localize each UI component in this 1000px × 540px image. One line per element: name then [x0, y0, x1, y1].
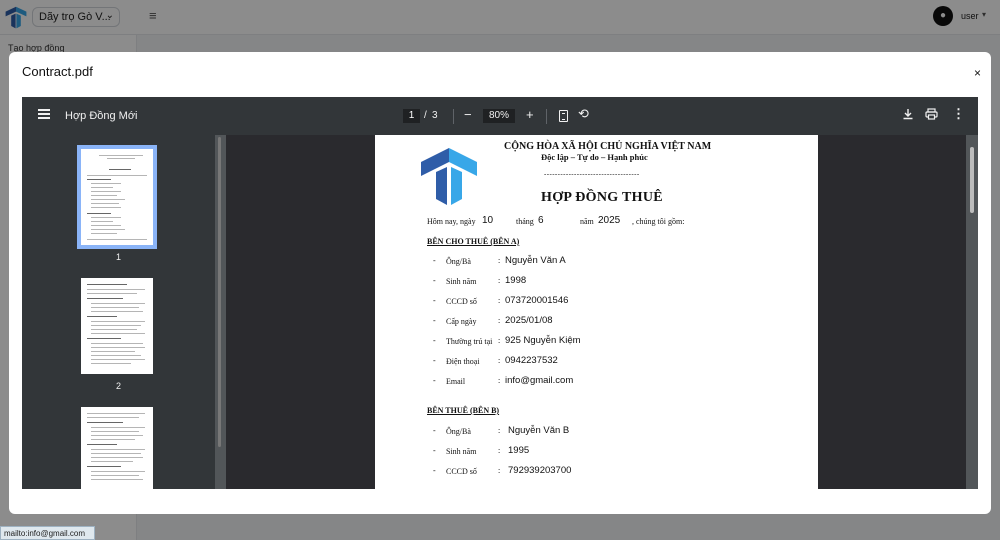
modal-title: Contract.pdf [22, 64, 93, 79]
status-bar-url: mailto:info@gmail.com [0, 526, 95, 540]
field-colon: : [498, 446, 501, 455]
zoom-in-button[interactable]: + [526, 107, 534, 122]
field-value: Nguyễn Văn A [505, 255, 566, 266]
intro-month: 6 [538, 215, 544, 226]
field-value: 073720001546 [505, 295, 569, 306]
field-colon: : [498, 296, 501, 305]
bullet: - [433, 276, 436, 285]
contract-title: HỢP ĐỒNG THUÊ [541, 190, 663, 205]
rotate-icon[interactable]: ⟲ [578, 106, 589, 122]
download-icon[interactable] [902, 108, 914, 120]
national-header: CỘNG HÒA XÃ HỘI CHỦ NGHĨA VIỆT NAM [504, 141, 712, 152]
bullet: - [433, 336, 436, 345]
pdf-page: CỘNG HÒA XÃ HỘI CHỦ NGHĨA VIỆT NAM Độc l… [375, 135, 818, 489]
fit-page-icon[interactable] [559, 110, 568, 122]
field-colon: : [498, 276, 501, 285]
field-colon: : [498, 356, 501, 365]
field-value: 0942237532 [505, 355, 558, 366]
field-colon: : [498, 256, 501, 265]
field-colon: : [498, 376, 501, 385]
pdf-toolbar: Hợp Đồng Mới 1 / 3 − 80% + ⟲ ⋮ [22, 97, 978, 135]
party-a-heading: BÊN CHO THUÊ (BÊN A) [427, 237, 520, 246]
pdf-title: Hợp Đồng Mới [65, 110, 138, 122]
field-label: Sinh năm [446, 447, 477, 456]
field-label: Thường trú tại [446, 337, 493, 346]
intro-year: 2025 [598, 215, 621, 226]
field-label: CCCD số [446, 467, 477, 476]
thumbnail-scrollbar[interactable] [218, 137, 221, 447]
page-total: 3 [432, 110, 438, 121]
field-value: 925 Nguyễn Kiệm [505, 335, 581, 346]
contract-logo [421, 148, 477, 205]
field-value: 1995 [508, 445, 530, 456]
thumbnail-label: 2 [116, 381, 122, 391]
intro-month-label: tháng [516, 217, 534, 226]
intro-suffix: , chúng tôi gồm: [632, 217, 685, 226]
bullet: - [433, 376, 436, 385]
field-colon: : [498, 316, 501, 325]
field-colon: : [498, 336, 501, 345]
thumbnail-page-2[interactable] [81, 278, 153, 374]
field-value: 2025/01/08 [505, 315, 553, 326]
intro-prefix: Hôm nay, ngày [427, 217, 476, 226]
close-icon[interactable]: × [974, 66, 981, 80]
bullet: - [433, 296, 436, 305]
field-label: CCCD số [446, 297, 477, 306]
zoom-input[interactable]: 80% [483, 109, 515, 123]
pdf-viewer: Hợp Đồng Mới 1 / 3 − 80% + ⟲ ⋮ 1 2 CỘNG … [22, 97, 978, 489]
bullet: - [433, 256, 436, 265]
field-value: 792939203700 [508, 465, 572, 476]
field-colon: : [498, 466, 501, 475]
field-label: Email [446, 377, 466, 386]
page-separator: / [424, 110, 427, 121]
pdf-modal: Contract.pdf × Hợp Đồng Mới 1 / 3 − 80% … [9, 52, 991, 514]
toolbar-divider [546, 109, 547, 124]
bullet: - [433, 466, 436, 475]
zoom-out-button[interactable]: − [464, 107, 472, 122]
bullet: - [433, 316, 436, 325]
sidebar-toggle-icon[interactable] [38, 109, 50, 121]
field-label: Ông/Bà [446, 427, 471, 436]
national-motto: Độc lập – Tự do – Hạnh phúc [541, 152, 648, 162]
page-number-input[interactable]: 1 [403, 109, 420, 123]
email-link[interactable]: info@gmail.com [505, 375, 573, 386]
bullet: - [433, 426, 436, 435]
intro-year-label: năm [580, 217, 594, 226]
thumbnail-page-3[interactable] [81, 407, 153, 489]
document-area: CỘNG HÒA XÃ HỘI CHỦ NGHĨA VIỆT NAM Độc l… [226, 135, 966, 489]
bullet: - [433, 356, 436, 365]
field-label: Ông/Bà [446, 257, 471, 266]
more-options-icon[interactable]: ⋮ [952, 106, 965, 122]
field-label: Điện thoại [446, 357, 480, 366]
thumbnail-panel: 1 2 [22, 135, 215, 489]
field-value: Nguyễn Văn B [508, 425, 570, 436]
field-colon: : [498, 426, 501, 435]
field-value: 1998 [505, 275, 527, 286]
document-scrollbar[interactable] [970, 147, 974, 213]
toolbar-divider [453, 109, 454, 124]
party-b-heading: BÊN THUÊ (BÊN B) [427, 406, 500, 415]
thumbnail-page-1[interactable] [77, 145, 157, 249]
thumbnail-label: 1 [116, 252, 122, 262]
field-label: Sinh năm [446, 277, 477, 286]
header-divider: ----------------------------------- [544, 170, 640, 178]
field-label: Cấp ngày [446, 317, 477, 326]
bullet: - [433, 446, 436, 455]
intro-day: 10 [482, 215, 494, 226]
print-icon[interactable] [925, 108, 938, 120]
